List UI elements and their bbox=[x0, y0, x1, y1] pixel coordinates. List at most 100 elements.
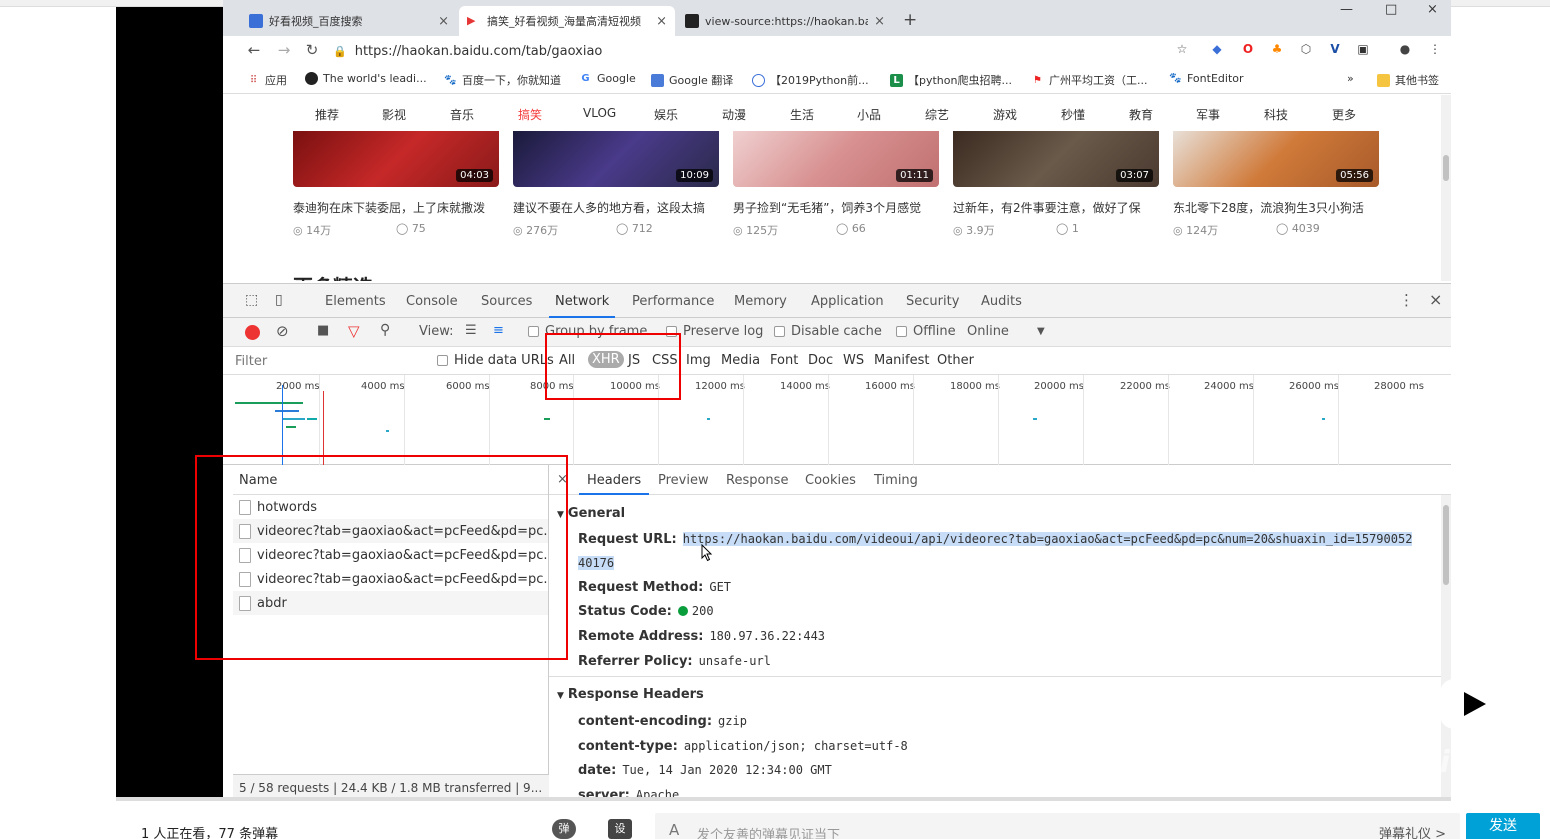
category-item[interactable]: 秒懂 bbox=[1061, 106, 1085, 123]
other-bookmarks[interactable]: 其他书签 bbox=[1377, 72, 1439, 88]
danmaku-input[interactable]: A 发个友善的弹幕见证当下 弹幕礼仪 > bbox=[655, 813, 1460, 839]
video-card[interactable]: 04:03 泰迪狗在床下装委屈，上了床就撒泼 ◎ 14万 ◯ 75 bbox=[293, 131, 499, 238]
browser-tab-baidu-search[interactable]: 好看视频_百度搜索 × bbox=[241, 6, 457, 36]
hide-data-urls-checkbox[interactable]: Hide data URLs bbox=[437, 353, 554, 368]
back-icon[interactable]: ← bbox=[243, 41, 265, 59]
danmaku-settings-icon[interactable]: 设 bbox=[608, 819, 632, 839]
tab-network[interactable]: Network bbox=[548, 294, 616, 318]
video-card[interactable]: 01:11 男子捡到“无毛猪”，饲养3个月感觉 ◎ 125万 ◯ 66 bbox=[733, 131, 939, 238]
filter-img[interactable]: Img bbox=[686, 353, 711, 368]
bookmark-fonteditor[interactable]: 🐾 FontEditor bbox=[1169, 72, 1243, 85]
tab-audits[interactable]: Audits bbox=[981, 294, 1022, 309]
video-title[interactable]: 东北零下28度，流浪狗生3只小狗活 bbox=[1173, 199, 1379, 216]
bookmark-github[interactable]: The world's leadi... bbox=[305, 72, 427, 85]
danmaku-etiquette-link[interactable]: 弹幕礼仪 > bbox=[1379, 823, 1446, 839]
tab-memory[interactable]: Memory bbox=[734, 294, 787, 309]
list-view-icon[interactable]: ☰ bbox=[465, 323, 477, 338]
bookmark-apps[interactable]: ⠿ 应用 bbox=[247, 72, 287, 88]
category-item[interactable]: 综艺 bbox=[925, 106, 949, 123]
minimize-button[interactable]: — bbox=[1340, 2, 1353, 17]
category-item[interactable]: VLOG bbox=[583, 106, 616, 120]
font-style-icon[interactable]: A bbox=[669, 821, 679, 839]
star-icon[interactable]: ☆ bbox=[1174, 42, 1190, 58]
category-item[interactable]: 小品 bbox=[857, 106, 881, 123]
filter-input[interactable] bbox=[235, 351, 423, 371]
bookmark-google[interactable]: G Google bbox=[579, 72, 635, 85]
tab-elements[interactable]: Elements bbox=[325, 294, 386, 309]
waterfall-view-icon[interactable]: ≡ bbox=[493, 323, 504, 338]
vue-ext-icon[interactable]: V bbox=[1327, 42, 1343, 58]
video-thumbnail[interactable]: 10:09 bbox=[513, 131, 719, 187]
bookmark-baidu[interactable]: 🐾 百度一下，你就知道 bbox=[444, 72, 561, 88]
forward-icon[interactable]: → bbox=[273, 41, 295, 59]
filter-ws[interactable]: WS bbox=[843, 353, 864, 368]
category-item[interactable]: 更多 bbox=[1332, 106, 1356, 123]
request-url-value[interactable]: https://haokan.baidu.com/videoui/api/vid… bbox=[682, 532, 1413, 546]
profile-icon[interactable]: ● bbox=[1397, 42, 1413, 58]
category-item[interactable]: 生活 bbox=[790, 106, 814, 123]
filter-icon[interactable]: ▽ bbox=[348, 322, 360, 340]
inspect-icon[interactable]: ⬚ bbox=[245, 292, 258, 308]
video-thumbnail[interactable]: 01:11 bbox=[733, 131, 939, 187]
maximize-button[interactable]: □ bbox=[1385, 2, 1397, 17]
translate-ext-icon[interactable]: ◆ bbox=[1209, 42, 1225, 58]
close-icon[interactable]: × bbox=[656, 14, 667, 29]
category-item-active[interactable]: 搞笑 bbox=[518, 106, 542, 123]
filter-font[interactable]: Font bbox=[770, 353, 798, 368]
browser-tab-view-source[interactable]: view-source:https://haokan.ba × bbox=[677, 6, 893, 36]
video-title[interactable]: 过新年，有2件事要注意，做好了保 bbox=[953, 199, 1159, 216]
omnibox[interactable]: 🔒 https://haokan.baidu.com/tab/gaoxiao bbox=[333, 39, 1163, 63]
category-item[interactable]: 教育 bbox=[1129, 106, 1153, 123]
tab-cookies[interactable]: Cookies bbox=[805, 473, 856, 488]
tab-timing[interactable]: Timing bbox=[874, 473, 918, 488]
network-overview[interactable]: 2000 ms 4000 ms 6000 ms 8000 ms 10000 ms… bbox=[223, 375, 1451, 465]
tab-application[interactable]: Application bbox=[811, 294, 884, 309]
record-icon[interactable] bbox=[245, 325, 260, 340]
category-item[interactable]: 影视 bbox=[382, 106, 406, 123]
disable-cache-checkbox[interactable]: Disable cache bbox=[774, 324, 882, 339]
more-icon[interactable]: ⋮ bbox=[1399, 291, 1414, 309]
tab-preview[interactable]: Preview bbox=[658, 473, 709, 488]
send-button[interactable]: 发送 bbox=[1466, 813, 1540, 839]
video-thumbnail[interactable]: 04:03 bbox=[293, 131, 499, 187]
filter-other[interactable]: Other bbox=[937, 353, 974, 368]
box-ext-icon[interactable]: ▣ bbox=[1355, 42, 1371, 58]
device-toolbar-icon[interactable]: ▯ bbox=[275, 292, 283, 308]
bookmark-python-course[interactable]: 【2019Python前... bbox=[752, 72, 869, 88]
new-tab-button[interactable]: + bbox=[903, 10, 917, 30]
close-icon[interactable]: × bbox=[438, 14, 449, 29]
menu-icon[interactable]: ⋮ bbox=[1427, 42, 1443, 58]
response-headers-section-header[interactable]: ▼ Response Headers bbox=[557, 687, 704, 702]
tab-response[interactable]: Response bbox=[726, 473, 788, 488]
video-thumbnail[interactable]: 05:56 bbox=[1173, 131, 1379, 187]
video-card[interactable]: 10:09 建议不要在人多的地方看，这段太搞 ◎ 276万 ◯ 712 bbox=[513, 131, 719, 238]
request-url-value-cont[interactable]: 40176 bbox=[578, 556, 615, 570]
video-title[interactable]: 泰迪狗在床下装委屈，上了床就撒泼 bbox=[293, 199, 499, 216]
reload-icon[interactable]: ↻ bbox=[301, 41, 323, 59]
video-card[interactable]: 05:56 东北零下28度，流浪狗生3只小狗活 ◎ 124万 ◯ 4039 bbox=[1173, 131, 1379, 238]
tab-sources[interactable]: Sources bbox=[481, 294, 532, 309]
close-devtools-icon[interactable]: × bbox=[1429, 290, 1442, 309]
scrollbar-thumb[interactable] bbox=[1443, 505, 1449, 585]
close-icon[interactable]: × bbox=[874, 14, 885, 29]
filter-doc[interactable]: Doc bbox=[808, 353, 833, 368]
filter-media[interactable]: Media bbox=[721, 353, 760, 368]
bookmark-google-translate[interactable]: Google 翻译 bbox=[651, 72, 733, 88]
scrollbar-thumb[interactable] bbox=[1443, 155, 1449, 181]
video-card[interactable]: 03:07 过新年，有2件事要注意，做好了保 ◎ 3.9万 ◯ 1 bbox=[953, 131, 1159, 238]
video-title[interactable]: 男子捡到“无毛猪”，饲养3个月感觉 bbox=[733, 199, 939, 216]
category-item[interactable]: 科技 bbox=[1264, 106, 1288, 123]
video-title[interactable]: 建议不要在人多的地方看，这段太搞 bbox=[513, 199, 719, 216]
tab-security[interactable]: Security bbox=[906, 294, 959, 309]
danmaku-toggle-icon[interactable]: 弹 bbox=[552, 819, 576, 839]
page-scrollbar[interactable] bbox=[1441, 95, 1451, 281]
tab-performance[interactable]: Performance bbox=[632, 294, 714, 309]
opera-ext-icon[interactable]: O bbox=[1240, 42, 1256, 58]
clear-icon[interactable]: ⊘ bbox=[276, 322, 289, 340]
ext-icon[interactable]: ♣ bbox=[1269, 42, 1285, 58]
close-window-button[interactable]: × bbox=[1427, 2, 1438, 17]
category-item[interactable]: 音乐 bbox=[450, 106, 474, 123]
cube-ext-icon[interactable]: ⬡ bbox=[1298, 42, 1314, 58]
category-item[interactable]: 动漫 bbox=[722, 106, 746, 123]
offline-checkbox[interactable]: Offline bbox=[896, 324, 956, 339]
